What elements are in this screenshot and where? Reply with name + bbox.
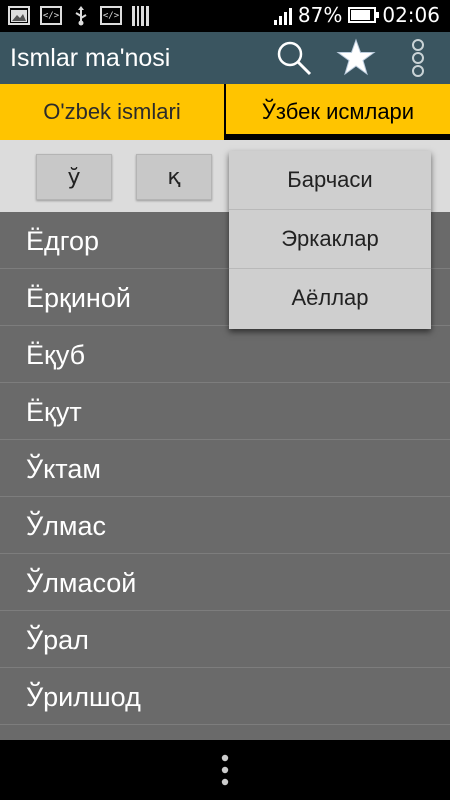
app-bar: Ismlar ma'nosi <box>0 32 450 84</box>
list-item[interactable]: Ўлмас <box>0 497 450 554</box>
status-right: 87% 02:06 <box>273 3 440 27</box>
letter-button-q[interactable]: қ <box>136 154 212 200</box>
list-item[interactable]: Ўктам <box>0 440 450 497</box>
signal-icon <box>273 5 292 25</box>
tab-latin[interactable]: O'zbek ismlari <box>0 84 224 140</box>
gallery-icon <box>8 6 30 25</box>
notification-icons: </> </> <box>8 6 150 26</box>
app-title: Ismlar ma'nosi <box>10 44 171 72</box>
list-item[interactable]: Ўрилшод <box>0 668 450 725</box>
more-vert-icon[interactable] <box>216 754 234 786</box>
menu-item-women[interactable]: Аёллар <box>229 269 431 327</box>
list-item[interactable]: Ўлмасой <box>0 554 450 611</box>
clock: 02:06 <box>382 3 440 27</box>
code-icon: </> <box>40 6 62 25</box>
menu-item-men[interactable]: Эркаклар <box>229 210 431 269</box>
star-icon[interactable] <box>334 36 378 80</box>
usb-icon <box>72 6 90 26</box>
barcode-icon <box>132 6 150 26</box>
system-nav-bar <box>0 740 450 800</box>
list-item[interactable]: Ёқуб <box>0 326 450 383</box>
search-icon[interactable] <box>272 36 316 80</box>
code-icon: </> <box>100 6 122 25</box>
list-item[interactable]: Ўрал <box>0 611 450 668</box>
battery-percent: 87% <box>297 3 343 27</box>
language-tabs: O'zbek ismlari Ўзбек исмлари <box>0 84 450 140</box>
letter-button-u[interactable]: ў <box>36 154 112 200</box>
gender-filter-menu: Барчаси Эркаклар Аёллар <box>229 151 431 329</box>
menu-item-all[interactable]: Барчаси <box>229 151 431 210</box>
tab-cyrillic[interactable]: Ўзбек исмлари <box>226 84 450 140</box>
list-item[interactable]: Ёқут <box>0 383 450 440</box>
battery-icon <box>348 7 380 23</box>
overflow-menu-icon[interactable] <box>396 36 440 80</box>
status-bar: </> </> 87% 02:06 <box>0 0 450 32</box>
